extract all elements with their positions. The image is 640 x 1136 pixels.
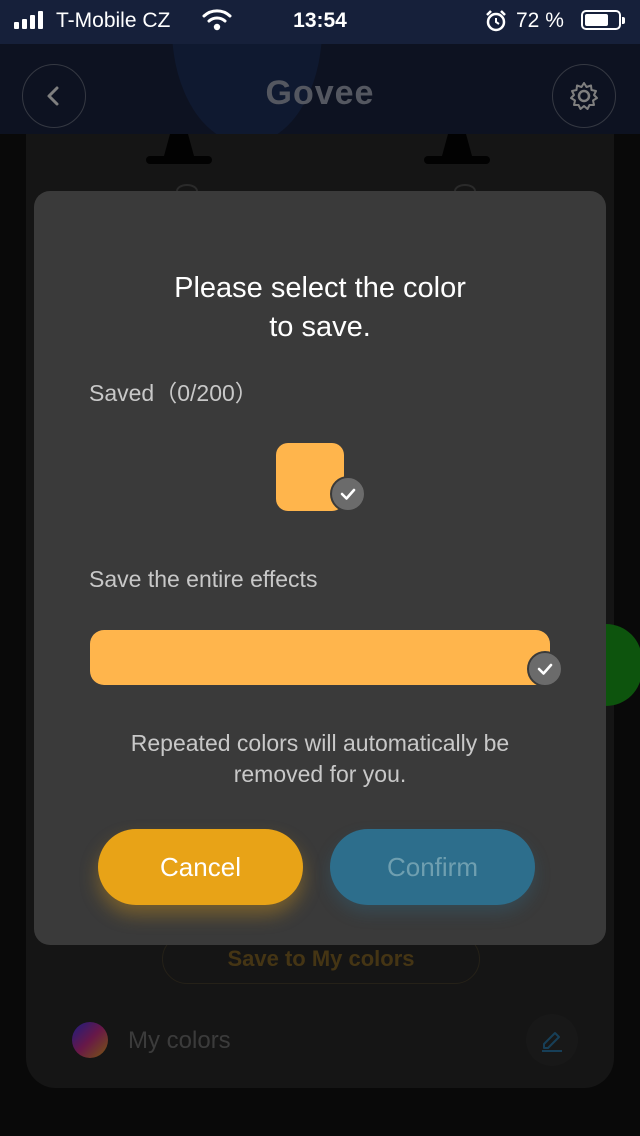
note-line-1: Repeated colors will automatically be (130, 730, 510, 756)
battery-icon (581, 10, 625, 30)
dialog-title-line-1: Please select the color (174, 272, 466, 304)
cancel-button[interactable]: Cancel (98, 829, 303, 905)
battery-percent: 72 % (516, 9, 564, 32)
saved-count-label: Saved（0/200） (89, 380, 258, 406)
dialog-title-line-2: to save. (269, 311, 371, 343)
status-bar: T-Mobile CZ 13:54 72 % (0, 0, 640, 44)
note-line-2: removed for you. (233, 761, 407, 787)
effects-label: Save the entire effects (89, 566, 318, 592)
confirm-button[interactable]: Confirm (330, 829, 535, 905)
dialog-title: Please select the color to save. (34, 269, 606, 347)
save-color-dialog: Please select the color to save. Saved（0… (34, 191, 606, 945)
check-icon[interactable] (330, 476, 366, 512)
check-icon[interactable] (527, 651, 563, 687)
effect-gradient-bar[interactable] (90, 630, 550, 685)
alarm-icon (484, 9, 508, 39)
repeated-colors-note: Repeated colors will automatically be re… (74, 728, 566, 790)
